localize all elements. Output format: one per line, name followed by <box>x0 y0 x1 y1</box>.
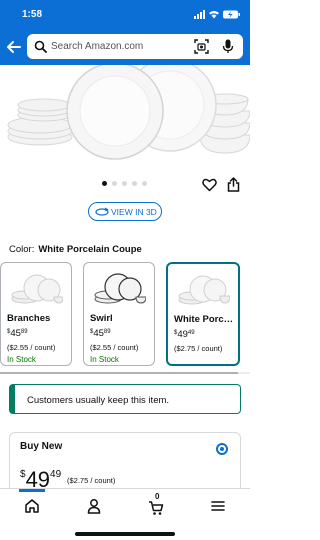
view-in-3d-button[interactable]: VIEW IN 3D <box>88 202 162 221</box>
search-bar[interactable]: Search Amazon.com <box>27 34 243 59</box>
buy-new-unit-price: ($2.75 / count) <box>67 476 116 485</box>
color-label: Color: <box>9 244 35 255</box>
home-icon[interactable] <box>24 498 40 514</box>
battery-icon <box>223 10 240 19</box>
carousel-dot <box>142 181 147 186</box>
product-image[interactable] <box>0 65 250 168</box>
swatch-unit-price: ($2.55 / count) <box>7 343 56 352</box>
status-icons <box>194 10 240 19</box>
app-header: 1:58 Search Amazon.com <box>0 0 250 65</box>
carousel-dot <box>122 181 127 186</box>
swatch-branches[interactable]: Branches $4589 ($2.55 / count) In Stock <box>0 262 72 366</box>
carousel-dot <box>112 181 117 186</box>
swatch-scrollbar[interactable] <box>0 372 238 374</box>
swatch-price: $4589 <box>90 328 111 339</box>
status-time: 1:58 <box>22 9 43 20</box>
swatch-image <box>94 273 146 304</box>
account-icon[interactable] <box>86 498 102 514</box>
3d-rotate-icon <box>95 207 109 216</box>
signal-icon <box>194 10 205 19</box>
swatch-unit-price: ($2.55 / count) <box>90 343 139 352</box>
swatch-stock-status: In Stock <box>7 355 36 364</box>
back-arrow-icon[interactable] <box>6 39 22 55</box>
wifi-icon <box>209 11 219 19</box>
swatch-name: White Porc… <box>174 314 234 325</box>
swatch-unit-price: ($2.75 / count) <box>174 344 223 353</box>
home-indicator <box>75 532 175 536</box>
swatch-image <box>11 274 63 304</box>
keep-item-banner: Customers usually keep this item. <box>9 384 241 414</box>
swatch-image <box>178 275 230 305</box>
swatch-name: Swirl <box>90 313 113 324</box>
carousel-indicator <box>102 181 148 187</box>
carousel-dot-active <box>102 181 107 186</box>
buy-new-title: Buy New <box>20 441 63 452</box>
buy-new-radio[interactable] <box>216 443 228 455</box>
swatch-price: $4589 <box>7 328 28 339</box>
swatch-swirl[interactable]: Swirl $4589 ($2.55 / count) In Stock <box>83 262 155 366</box>
status-bar: 1:58 <box>0 8 250 22</box>
swatch-stock-status: In Stock <box>90 355 119 364</box>
carousel-dot <box>132 181 137 186</box>
dinnerware-set-photo <box>7 65 250 160</box>
nav-active-indicator <box>19 489 45 492</box>
search-input[interactable]: Search Amazon.com <box>51 41 143 52</box>
color-selection-label: Color: White Porcelain Coupe <box>9 244 142 255</box>
swatch-name: Branches <box>7 313 51 324</box>
microphone-icon[interactable] <box>222 39 234 54</box>
heart-icon[interactable] <box>202 178 217 192</box>
share-icon[interactable] <box>227 177 240 192</box>
search-icon <box>34 40 47 53</box>
menu-icon[interactable] <box>210 498 226 514</box>
cart-icon[interactable] <box>148 500 164 516</box>
swatch-price: $4949 <box>174 329 195 340</box>
swatch-white-porcelain[interactable]: White Porc… $4949 ($2.75 / count) <box>166 262 240 366</box>
banner-text: Customers usually keep this item. <box>27 395 170 406</box>
color-value: White Porcelain Coupe <box>38 244 142 255</box>
view-in-3d-label: VIEW IN 3D <box>111 207 157 217</box>
camera-scan-icon[interactable] <box>194 39 209 54</box>
